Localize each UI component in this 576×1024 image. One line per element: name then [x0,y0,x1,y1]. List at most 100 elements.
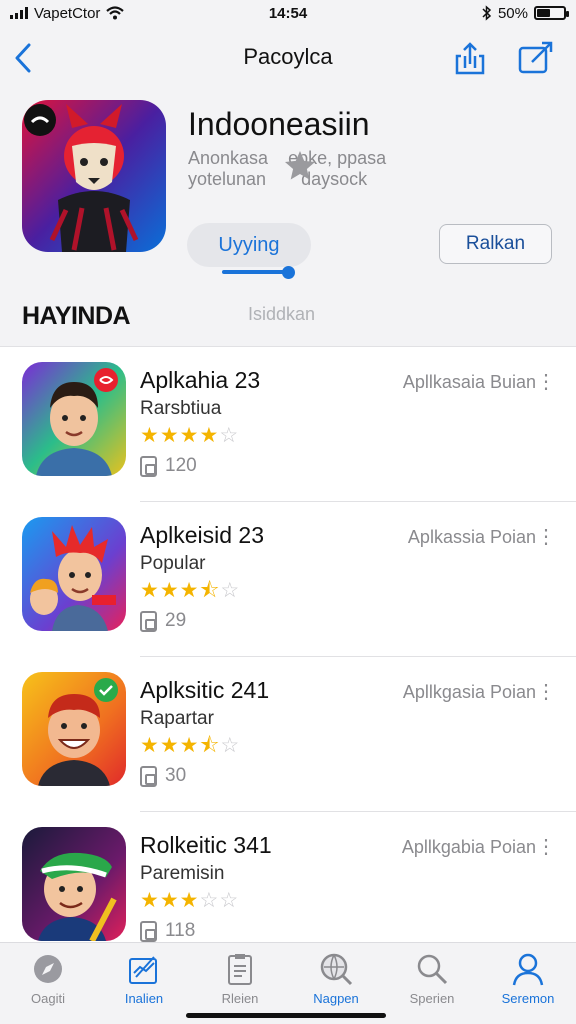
app-category: Rapartar [140,708,214,729]
share-button[interactable] [452,40,488,76]
list-item[interactable]: Aplksitic 241 Rapartar ★ ★ ★ ⯪ ☆ 30 Apllkgas… [0,657,576,812]
progress-thumb[interactable] [282,266,295,279]
app-subtitle: Anonkasa epke, ppasa yotelunan daysock [188,148,488,190]
app-subtitle-line2: yotelunan daysock [188,169,368,189]
app-subtitle-line1: Anonkasa epke, ppasa [188,148,387,168]
progress-track [222,270,290,274]
list-item[interactable]: Aplkahia 23 Rarsbtiua ★ ★ ★ ★ ☆ 120 Apllkasa… [0,347,576,502]
rating-stars: ★ ★ ★ ⯪ ☆ [140,735,239,757]
rating-stars: ★ ★ ★ ★ ☆ [140,425,238,447]
tab-label: Oagiti [31,991,65,1006]
download-count-value: 118 [165,920,196,941]
list-item[interactable]: Aplkeisid 23 Popular ★ ★ ★ ⯪ ☆ 29 Aplkassia … [0,502,576,657]
star-empty-icon: ☆ [219,424,239,447]
tab-label: Seremon [501,991,555,1006]
app-title: Aplkahia 23 [140,367,261,393]
battery-percent: 50% [497,4,528,22]
star-full-icon: ★ [159,889,179,912]
star-empty-icon: ☆ [199,889,219,912]
tab-bar: Oagiti Inalien Rleien Nagpen Sperien Ser… [0,942,576,1024]
star-full-icon: ★ [159,734,179,757]
battery-icon [534,6,569,20]
star-full-icon: ★ [159,579,179,602]
star-full-icon: ★ [140,889,159,912]
more-options-icon[interactable]: ⋮ [536,524,556,549]
list-item[interactable]: Rolkeitic 341 Paremisin ★ ★ ★ ☆ ☆ 118 Apllkg… [0,812,576,942]
compass-icon [34,955,62,983]
app-publisher: Apllkgasia Poian [402,682,536,702]
download-count-value: 30 [165,765,187,786]
lock-icon [140,610,157,632]
magnifier-globe-icon [320,953,353,986]
edit-square-icon [129,956,157,984]
app-category: Popular [140,553,206,574]
wifi-icon [106,6,125,20]
lock-icon [140,455,157,477]
star-empty-icon: ☆ [219,889,239,912]
smiling-avatar-icon [22,672,126,786]
status-right: 50% [482,4,569,22]
app-publisher: Apllkasaia Buian [402,372,536,392]
star-half-icon: ⯪ [199,734,220,757]
battery-fill [537,9,550,17]
tab-3[interactable]: Nagpen [288,943,384,1024]
star-full-icon: ★ [199,424,219,447]
star-full-icon: ★ [179,734,199,757]
tab-0[interactable]: Oagiti [0,943,96,1024]
app-icon [22,672,126,786]
app-title: Aplkeisid 23 [140,522,265,548]
app-icon [22,827,126,941]
star-full-icon: ★ [140,734,159,757]
app-title: Rolkeitic 341 [140,832,272,858]
more-options-icon[interactable]: ⋮ [536,834,556,859]
star-full-icon: ★ [179,889,199,912]
tab-label: Nagpen [313,991,359,1006]
status-left: VapetCtor [10,4,125,22]
rating-stars: ★ ★ ★ ⯪ ☆ [140,580,239,602]
tab-2[interactable]: Rleien [192,943,288,1024]
app-category: Rarsbtiua [140,398,222,419]
star-full-icon: ★ [179,579,199,602]
download-count: 30 [140,765,186,787]
nav-bar: Pacoylca [0,36,576,80]
edit-button[interactable] [516,40,554,76]
app-header: Pacoylca Indooneasiin Anonkasa epke, ppa… [0,26,576,346]
app-publisher: Apllkgabia Poian [401,837,536,857]
star-empty-icon: ☆ [220,734,240,757]
redhair-avatar-icon [22,517,126,631]
section-subtitle[interactable]: Isiddkan [248,304,315,325]
elf-avatar-icon [22,827,126,941]
tab-5[interactable]: Seremon [480,943,576,1024]
tab-label: Rleien [221,991,259,1006]
carrier-label: VapetCtor [34,4,101,22]
star-full-icon: ★ [140,424,159,447]
app-icon [22,517,126,631]
star-empty-icon: ☆ [220,579,240,602]
signal-icon [10,7,28,19]
secondary-action-button[interactable]: Ralkan [439,224,552,264]
edit-icon [518,41,553,74]
more-options-icon[interactable]: ⋮ [536,679,556,704]
app-category: Paremisin [140,863,225,884]
tab-1[interactable]: Inalien [96,943,192,1024]
app-icon[interactable] [22,100,166,252]
download-count-value: 120 [165,455,197,476]
bluetooth-icon [482,5,492,21]
app-title: Aplksitic 241 [140,677,270,703]
person-icon [512,953,544,986]
lock-icon [140,920,157,942]
nav-title: Pacoylca [243,44,333,69]
document-icon [228,954,252,985]
more-options-icon[interactable]: ⋮ [536,369,556,394]
wolf-avatar-icon [22,100,166,252]
app-icon [22,362,126,476]
section-title: HAYINDA [22,302,131,330]
primary-action-button[interactable]: Uyying [187,223,311,267]
tab-4[interactable]: Sperien [384,943,480,1024]
tab-label: Sperien [409,991,455,1006]
search-icon [417,954,448,985]
download-count: 29 [140,610,186,632]
man-avatar-icon [22,362,126,476]
lock-icon [140,765,157,787]
download-count: 118 [140,920,195,942]
